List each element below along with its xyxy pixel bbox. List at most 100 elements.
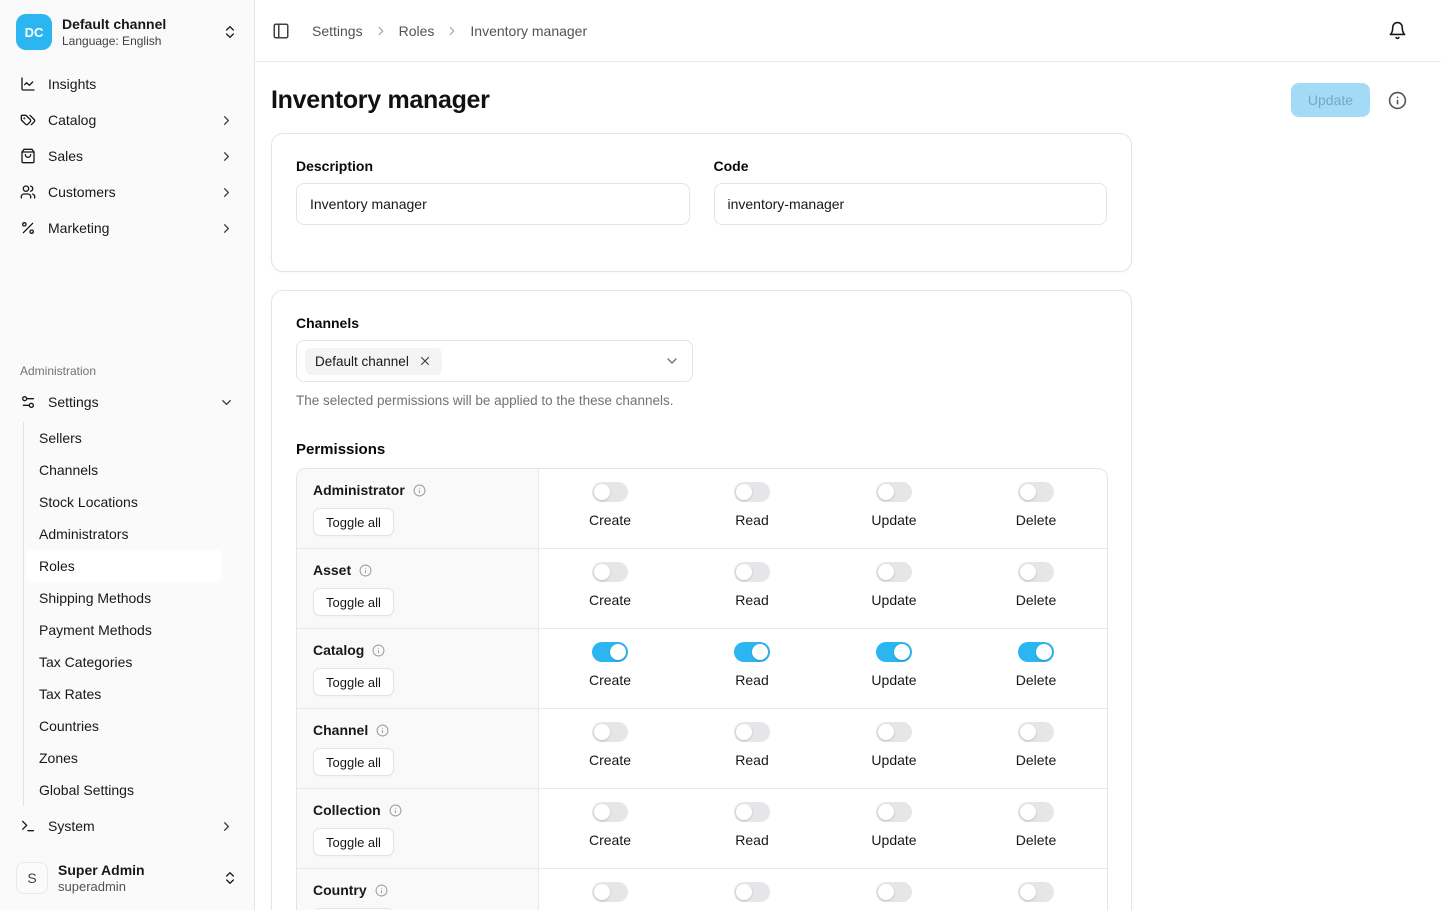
toggle-all-button-administrator[interactable]: Toggle all (313, 508, 394, 536)
sidebar-item-roles[interactable]: Roles (26, 550, 222, 582)
sidebar-admin-group: Administration Settings SellersChannelsS… (12, 356, 242, 898)
sidebar-item-countries[interactable]: Countries (26, 710, 222, 742)
toggle-collection-read[interactable] (734, 802, 770, 822)
toggle-country-delete[interactable] (1018, 882, 1054, 902)
toggle-collection-update[interactable] (876, 802, 912, 822)
remove-channel-icon[interactable] (418, 354, 432, 368)
toggle-asset-update[interactable] (876, 562, 912, 582)
chevron-right-icon (445, 24, 459, 38)
workspace-name: Default channel (62, 16, 166, 32)
toggle-catalog-update[interactable] (876, 642, 912, 662)
sidebar-item-sales[interactable]: Sales (12, 138, 242, 174)
breadcrumb-item-settings[interactable]: Settings (312, 23, 363, 39)
toggle-channel-delete[interactable] (1018, 722, 1054, 742)
permission-entity-name: Collection (313, 802, 381, 818)
notifications-button[interactable] (1388, 21, 1407, 40)
sidebar-item-catalog[interactable]: Catalog (12, 102, 242, 138)
toggle-channel-create[interactable] (592, 722, 628, 742)
sidebar-item-label: System (48, 818, 95, 834)
toggle-asset-create[interactable] (592, 562, 628, 582)
permission-action-label: Delete (1016, 672, 1056, 688)
page-content: Inventory manager Update Description Cod… (255, 62, 1441, 910)
toggle-catalog-read[interactable] (734, 642, 770, 662)
code-input[interactable] (714, 183, 1108, 225)
toggle-all-button-channel[interactable]: Toggle all (313, 748, 394, 776)
info-icon[interactable] (389, 804, 402, 817)
toggle-all-button-collection[interactable]: Toggle all (313, 828, 394, 856)
panel-left-icon (272, 22, 290, 40)
sidebar-item-label: Sales (48, 148, 83, 164)
permission-action-label: Create (589, 832, 631, 848)
toggle-country-update[interactable] (876, 882, 912, 902)
permission-entity-name: Channel (313, 722, 368, 738)
toggle-asset-read[interactable] (734, 562, 770, 582)
main-area: Settings Roles Inventory manager Inventory… (255, 0, 1441, 910)
topbar: SettingsRolesInventory manager (255, 0, 1441, 62)
sidebar-item-shipping-methods[interactable]: Shipping Methods (26, 582, 222, 614)
toggle-collection-create[interactable] (592, 802, 628, 822)
sidebar-item-payment-methods[interactable]: Payment Methods (26, 614, 222, 646)
user-menu[interactable]: S Super Admin superadmin (12, 858, 242, 898)
info-icon[interactable] (375, 884, 388, 897)
sidebar-item-system[interactable]: System (12, 808, 242, 844)
sidebar-item-marketing[interactable]: Marketing (12, 210, 242, 246)
sidebar-item-tax-rates[interactable]: Tax Rates (26, 678, 222, 710)
sidebar-item-global-settings[interactable]: Global Settings (26, 774, 222, 806)
sidebar-item-zones[interactable]: Zones (26, 742, 222, 774)
permission-action-label: Create (589, 592, 631, 608)
sidebar-item-channels[interactable]: Channels (26, 454, 222, 486)
toggle-all-button-catalog[interactable]: Toggle all (313, 668, 394, 696)
toggle-catalog-delete[interactable] (1018, 642, 1054, 662)
sidebar-item-insights[interactable]: Insights (12, 66, 242, 102)
update-button[interactable]: Update (1291, 83, 1370, 117)
toggle-catalog-create[interactable] (592, 642, 628, 662)
permission-entity-cell: AssetToggle all (297, 549, 539, 628)
channels-select[interactable]: Default channel (296, 340, 693, 382)
toggle-administrator-delete[interactable] (1018, 482, 1054, 502)
workspace-switcher[interactable]: DC Default channel Language: English (12, 10, 242, 60)
toggle-country-create[interactable] (592, 882, 628, 902)
page-title: Inventory manager (271, 86, 490, 115)
permission-entity-name: Catalog (313, 642, 364, 658)
description-input[interactable] (296, 183, 690, 225)
info-icon[interactable] (359, 564, 372, 577)
permission-action-label: Update (871, 752, 916, 768)
toggle-administrator-read[interactable] (734, 482, 770, 502)
permission-action-label: Delete (1016, 752, 1056, 768)
toggle-channel-read[interactable] (734, 722, 770, 742)
sidebar-toggle-button[interactable] (272, 22, 290, 40)
chevron-down-icon (664, 353, 680, 369)
info-icon[interactable] (372, 644, 385, 657)
workspace-avatar: DC (16, 14, 52, 50)
sidebar-item-administrators[interactable]: Administrators (26, 518, 222, 550)
sidebar-item-tax-categories[interactable]: Tax Categories (26, 646, 222, 678)
sidebar-item-customers[interactable]: Customers (12, 174, 242, 210)
sidebar-item-label: Catalog (48, 112, 96, 128)
toggle-collection-delete[interactable] (1018, 802, 1054, 822)
channels-helper-text: The selected permissions will be applied… (296, 393, 1107, 408)
info-icon[interactable] (413, 484, 426, 497)
toggle-administrator-update[interactable] (876, 482, 912, 502)
sidebar-item-settings[interactable]: Settings (12, 384, 242, 420)
toggle-channel-update[interactable] (876, 722, 912, 742)
sidebar-item-stock-locations[interactable]: Stock Locations (26, 486, 222, 518)
sidebar-item-sellers[interactable]: Sellers (26, 422, 222, 454)
permission-row-country: CountryToggle allCreateReadUpdateDelete (297, 868, 1107, 910)
page-info-button[interactable] (1388, 91, 1407, 110)
role-details-card: Description Code (271, 133, 1132, 272)
permission-action-label: Read (735, 672, 768, 688)
sliders-icon (20, 394, 36, 410)
permission-action-label: Read (735, 512, 768, 528)
breadcrumb-item-roles[interactable]: Roles (399, 23, 435, 39)
permission-action-label: Update (871, 672, 916, 688)
info-icon[interactable] (376, 724, 389, 737)
breadcrumb: SettingsRolesInventory manager (312, 23, 587, 39)
channels-label: Channels (296, 315, 1107, 331)
toggle-country-read[interactable] (734, 882, 770, 902)
bell-icon (1388, 21, 1407, 40)
toggle-administrator-create[interactable] (592, 482, 628, 502)
toggle-all-button-asset[interactable]: Toggle all (313, 588, 394, 616)
permission-action-label: Read (735, 832, 768, 848)
sidebar-item-label: Marketing (48, 220, 109, 236)
toggle-asset-delete[interactable] (1018, 562, 1054, 582)
